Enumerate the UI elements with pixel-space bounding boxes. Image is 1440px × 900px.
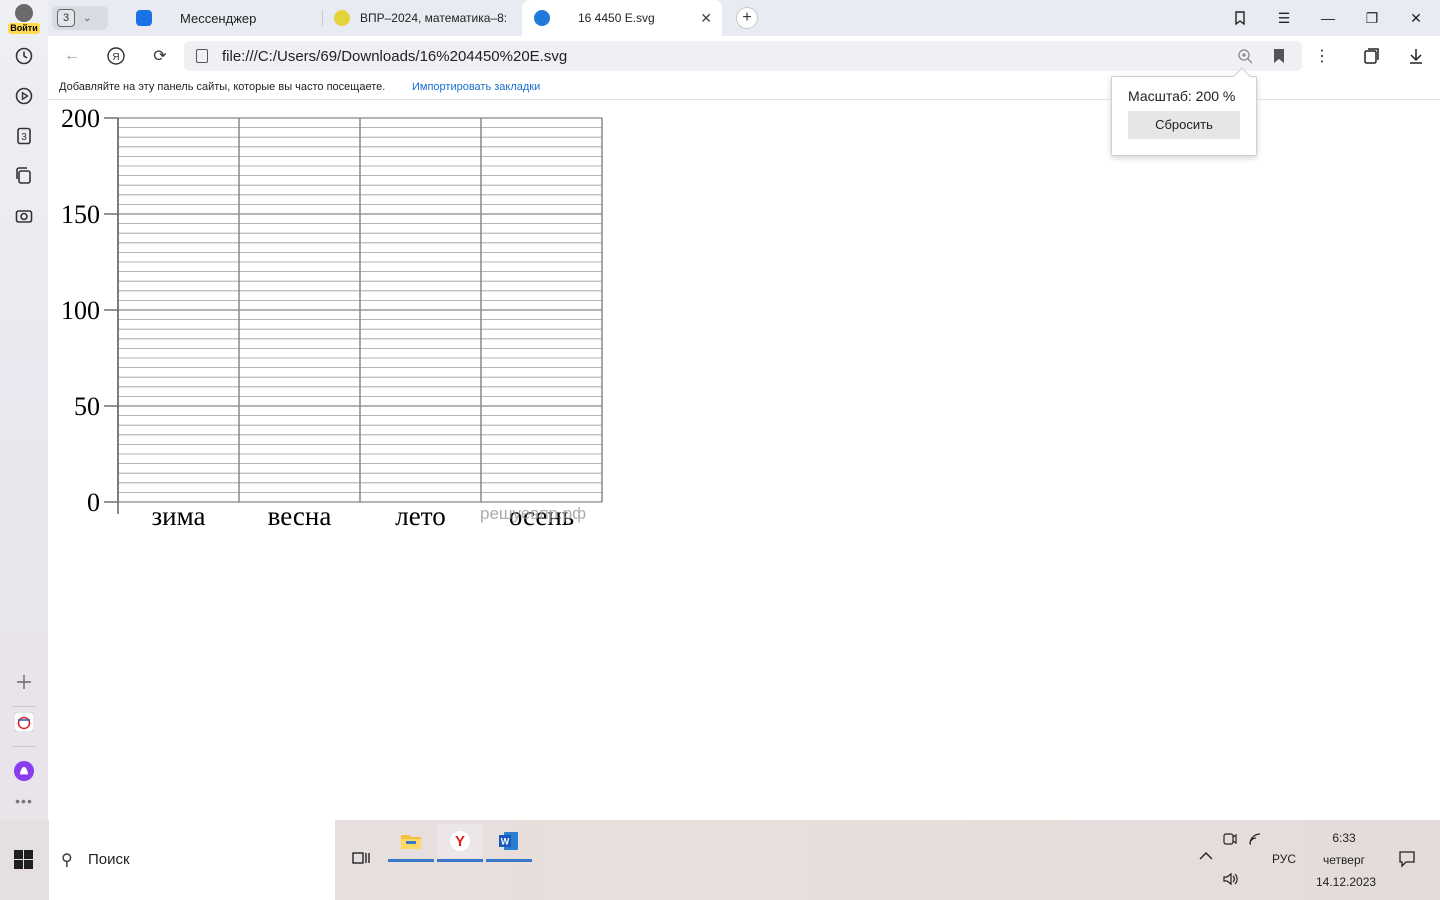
sidebar-divider (12, 746, 36, 747)
y-tick-label: 200 (61, 104, 100, 133)
user-avatar-icon (15, 4, 33, 22)
meet-now-icon[interactable] (1222, 832, 1238, 849)
sidebar-divider (12, 706, 36, 707)
active-indicator (388, 859, 434, 862)
login-label: Войти (8, 23, 40, 34)
clock-time[interactable]: 6:33 (1316, 831, 1372, 845)
restore-button[interactable]: ❐ (1350, 0, 1394, 36)
clock-weekday[interactable]: четверг (1316, 853, 1372, 867)
vpr-site-icon (334, 10, 350, 26)
edge-icon (534, 10, 550, 26)
x-tick-label: зима (152, 501, 206, 531)
notifications-icon[interactable] (1398, 850, 1416, 871)
language-indicator[interactable]: РУС (1272, 852, 1296, 866)
search-icon: ⚲ (61, 852, 73, 869)
close-window-button[interactable]: ✕ (1394, 0, 1438, 36)
alice-icon[interactable] (12, 759, 36, 783)
zoom-reset-button[interactable]: Сбросить (1128, 111, 1240, 139)
new-tab-button[interactable]: + (736, 7, 758, 29)
screenshot-icon[interactable] (12, 204, 36, 228)
url-text: file:///C:/Users/69/Downloads/16%204450%… (222, 48, 568, 65)
import-bookmarks-link[interactable]: Импортировать закладки (412, 81, 540, 93)
yandex-button[interactable]: Я (104, 44, 128, 68)
minimize-button[interactable]: — (1306, 0, 1350, 36)
bookmark-icon[interactable] (1272, 47, 1286, 65)
play-icon[interactable] (12, 84, 36, 108)
x-tick-label: весна (268, 501, 332, 531)
taskbar-search[interactable]: ⚲ Поиск (49, 820, 335, 900)
tab-title: Мессенджер (180, 10, 257, 26)
collections-badge: 3 (21, 132, 27, 143)
more-options-icon[interactable]: ⋮ (1310, 44, 1334, 68)
show-hidden-icons[interactable] (1198, 850, 1214, 865)
tab-title: 16 4450 E.svg (578, 11, 655, 25)
collections-icon[interactable]: 3 (12, 124, 36, 148)
windows-start-icon[interactable] (14, 850, 34, 870)
tab-bar: 3 ⌄ Мессенджер ВПР–2024, математика–8: 1… (48, 0, 1440, 36)
reload-icon[interactable]: ⟳ (148, 44, 172, 68)
more-icon[interactable]: ••• (12, 789, 36, 813)
network-icon[interactable] (1248, 832, 1264, 849)
zoom-level-label: Масштаб: 200 % (1128, 88, 1236, 104)
page-content: 0 50 100 150 200 зима весна лето осень решуевпр.р… (48, 101, 1440, 819)
notes-icon[interactable] (12, 164, 36, 188)
menu-icon[interactable]: ☰ (1262, 0, 1306, 36)
watermark: решуевпр.рф (480, 504, 586, 523)
svg-text:W: W (501, 837, 510, 847)
chevron-down-icon: ⌄ (83, 12, 92, 24)
y-tick-label: 100 (61, 296, 100, 325)
history-icon[interactable] (12, 44, 36, 68)
windows-taskbar: ⚲ Поиск Y W РУС 6:33 четверг 14.12.2023 (0, 820, 1440, 900)
back-button[interactable]: ← (60, 44, 84, 68)
y-tick-label: 0 (87, 488, 100, 517)
messenger-icon (136, 10, 152, 26)
collections-toolbar-icon[interactable] (1360, 44, 1384, 68)
address-bar[interactable]: file:///C:/Users/69/Downloads/16%204450%… (184, 41, 1302, 71)
file-icon (196, 49, 208, 63)
tab-messenger[interactable]: Мессенджер (124, 0, 320, 36)
active-indicator (437, 859, 483, 862)
login-button[interactable]: Войти (8, 4, 40, 34)
svg-text:Y: Y (455, 833, 465, 850)
clock-date[interactable]: 14.12.2023 (1316, 875, 1376, 889)
zoom-popup: Масштаб: 200 % Сбросить (1111, 67, 1257, 156)
file-explorer-icon[interactable] (388, 824, 434, 862)
tab-title: ВПР–2024, математика–8: (360, 11, 508, 25)
add-icon[interactable] (12, 670, 36, 694)
tab-group-button[interactable]: 3 ⌄ (52, 6, 108, 30)
browser-sidebar: Войти 3 ••• (0, 0, 48, 820)
svg-text:Я: Я (112, 52, 119, 63)
address-bar-row: ← Я ⟳ file:///C:/Users/69/Downloads/16%2… (48, 36, 1440, 76)
bar-chart: 050100150200зима весна лето осеньрешуевпр.р… (61, 104, 603, 531)
yandex-browser-icon[interactable]: Y (437, 824, 483, 862)
download-icon[interactable] (1404, 44, 1428, 68)
gosuslugi-icon[interactable] (12, 710, 36, 734)
bookmarks-icon[interactable] (1218, 0, 1262, 36)
y-tick-label: 50 (74, 392, 100, 421)
tab-vpr[interactable]: ВПР–2024, математика–8: (322, 0, 518, 36)
search-label: Поиск (88, 851, 130, 868)
active-indicator (486, 859, 532, 862)
tab-svg-file[interactable]: 16 4450 E.svg ✕ (522, 0, 722, 36)
task-view-icon[interactable] (338, 842, 384, 876)
tab-group-count: 3 (57, 9, 75, 27)
screen: Войти 3 ••• 3 ⌄ Мессенджер ВПР–2024, мат… (0, 0, 1440, 900)
bookmarks-hint: Добавляйте на эту панель сайты, которые … (59, 81, 386, 93)
volume-icon[interactable] (1222, 872, 1240, 889)
x-tick-label: лето (395, 501, 445, 531)
word-icon[interactable]: W (486, 824, 532, 862)
close-icon[interactable]: ✕ (700, 10, 712, 27)
y-tick-label: 150 (61, 200, 100, 229)
zoom-icon[interactable] (1236, 47, 1254, 65)
